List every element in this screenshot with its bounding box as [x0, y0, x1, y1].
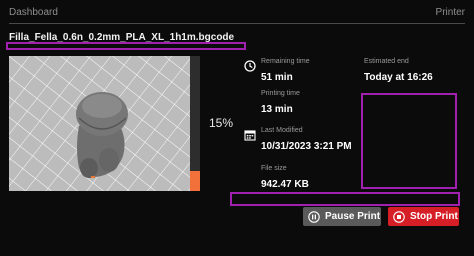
nav-dashboard-link[interactable]: Dashboard — [9, 7, 58, 18]
last-modified-value: 10/31/2023 3:21 PM — [261, 141, 352, 152]
highlight-box-filename — [6, 42, 246, 50]
stop-print-button[interactable]: Stop Print — [388, 207, 459, 226]
file-size-value: 942.47 KB — [261, 179, 309, 190]
remaining-time-value: 51 min — [261, 72, 293, 83]
estimated-end-label: Estimated end — [364, 58, 409, 65]
pause-print-button[interactable]: Pause Print — [303, 207, 381, 226]
calendar-icon — [244, 129, 256, 141]
pause-icon — [308, 210, 320, 223]
progress-bar — [190, 56, 200, 191]
highlight-box-bottom — [230, 192, 460, 206]
stop-icon — [393, 210, 405, 223]
nav-printer-link[interactable]: Printer — [436, 7, 465, 18]
model-preview-image — [9, 56, 190, 191]
file-size-label: File size — [261, 165, 287, 172]
printing-time-label: Printing time — [261, 90, 300, 97]
estimated-end-value: Today at 16:26 — [364, 72, 433, 83]
stop-print-label: Stop Print — [410, 211, 458, 222]
remaining-time-label: Remaining time — [261, 58, 310, 65]
pause-print-label: Pause Print — [325, 211, 381, 222]
highlight-box-empty-panel — [361, 93, 457, 189]
progress-bar-fill — [190, 170, 200, 191]
progress-percent: 15% — [209, 116, 234, 130]
nav-divider — [9, 23, 465, 24]
printing-time-value: 13 min — [261, 104, 293, 115]
clock-icon — [244, 60, 256, 72]
last-modified-label: Last Modified — [261, 127, 303, 134]
